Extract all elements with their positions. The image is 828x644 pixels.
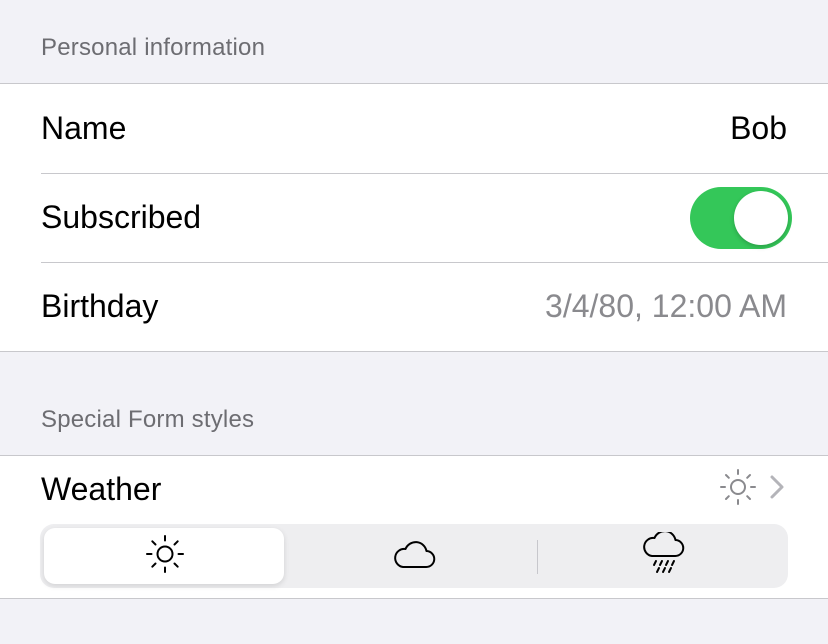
segment-cloudy[interactable] — [289, 524, 538, 588]
name-value[interactable]: Bob — [730, 110, 787, 147]
subscribed-toggle[interactable] — [690, 186, 792, 249]
section-header-personal: Personal information — [41, 34, 266, 61]
birthday-value[interactable]: 3/4/80, 12:00 AM — [545, 288, 787, 325]
cloud-icon — [392, 537, 436, 576]
segment-rainy[interactable] — [539, 524, 788, 588]
weather-segmented-control[interactable] — [40, 524, 788, 588]
name-label: Name — [41, 110, 127, 146]
weather-value[interactable] — [719, 468, 787, 511]
segment-sunny[interactable] — [40, 524, 289, 588]
chevron-right-icon — [767, 472, 787, 507]
weather-row[interactable]: Weather — [0, 456, 828, 522]
rain-cloud-icon — [641, 529, 685, 581]
sun-icon — [719, 468, 757, 511]
name-row[interactable]: Name Bob — [0, 84, 828, 173]
personal-info-group: Name Bob Subscribed Birthday 3/4/80, 12:… — [0, 83, 828, 352]
birthday-row[interactable]: Birthday 3/4/80, 12:00 AM — [0, 262, 828, 351]
birthday-label: Birthday — [41, 288, 159, 324]
subscribed-row: Subscribed — [0, 173, 828, 262]
special-form-group: Weather — [0, 455, 828, 599]
toggle-knob — [734, 190, 788, 245]
subscribed-label: Subscribed — [41, 199, 202, 235]
weather-label: Weather — [41, 470, 162, 507]
section-header-special: Special Form styles — [41, 406, 255, 433]
sun-icon — [145, 534, 185, 579]
